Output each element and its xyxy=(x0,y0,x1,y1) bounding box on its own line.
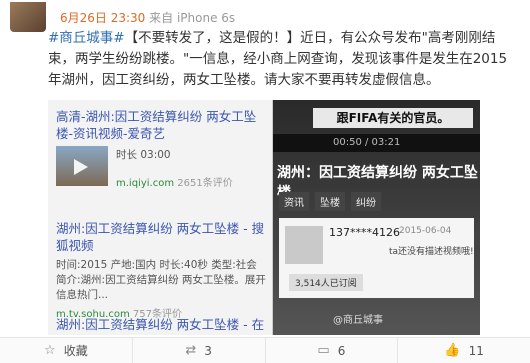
uploader-note: ta还没有描述视频哦! xyxy=(389,247,474,257)
action-bar: ☆ 收藏 ⇄ 3 ▭ 6 👍 11 xyxy=(0,337,530,363)
result-title: 湖州:因工资结算纠纷 两女工坠楼 - 在线观 xyxy=(56,317,265,335)
uploader-id: 137****4126 xyxy=(329,226,400,239)
video-tag: 资讯 xyxy=(279,192,309,211)
post-meta: 6月26日 23:30 来自 iPhone 6s xyxy=(60,9,235,26)
attached-photo[interactable]: 高清-湖州:因工资结算纠纷 两女工坠楼-资讯视频-爱奇艺 时长 03:00 m.… xyxy=(48,100,480,335)
result-duration: 时长 03:00 xyxy=(116,149,171,161)
video-thumbnail xyxy=(56,146,108,186)
comment-count: 6 xyxy=(337,343,346,358)
search-results-phone: 高清-湖州:因工资结算纠纷 两女工坠楼-资讯视频-爱奇艺 时长 03:00 m.… xyxy=(48,100,273,335)
result-card: 湖州:因工资结算纠纷 两女工坠楼 - 搜狐视频 时间:2015 产地:国内 时长… xyxy=(56,220,266,320)
video-screen: 跟FIFA有关的官员。 00:50 / 03:21 湖州：因工资结算纠纷 两女工… xyxy=(273,100,480,335)
topic-tag[interactable]: #商丘城事# xyxy=(48,30,125,46)
upload-date: 2015-06-04 xyxy=(399,226,452,236)
repost-button[interactable]: ⇄ 3 xyxy=(133,338,266,363)
result-title: 湖州:因工资结算纠纷 两女工坠楼 - 搜狐视频 xyxy=(56,221,265,253)
post-date[interactable]: 6月26日 23:30 xyxy=(60,11,145,25)
like-button[interactable]: 👍 11 xyxy=(398,338,530,363)
url-text: m.iqiyi.com xyxy=(116,178,175,189)
post-source: 来自 iPhone 6s xyxy=(149,11,236,25)
video-banner: 跟FIFA有关的官员。 xyxy=(313,108,473,128)
star-icon: ☆ xyxy=(44,343,56,358)
repost-icon: ⇄ xyxy=(185,343,197,358)
video-tag: 纠纷 xyxy=(351,192,381,211)
weibo-post: 6月26日 23:30 来自 iPhone 6s #商丘城事#【不要转发了，这是… xyxy=(0,0,530,363)
subscriber-count: 3,514人已订阅 xyxy=(289,274,363,291)
comment-button[interactable]: ▭ 6 xyxy=(266,338,399,363)
avatar[interactable] xyxy=(10,2,46,32)
post-text: #商丘城事#【不要转发了，这是假的！】近日，有公众号发布"高考刚刚结束，两学生纷… xyxy=(48,28,518,91)
play-icon xyxy=(74,159,88,175)
result-desc: 时间:2015 产地:国内 时长:40秒 类型:社会 简介:湖州:因工资结算纠纷… xyxy=(56,259,266,301)
like-count: 11 xyxy=(468,343,484,358)
video-tag: 坠楼 xyxy=(315,192,345,211)
watermark: @商丘城事 xyxy=(333,315,383,326)
review-count: 2651条评价 xyxy=(177,178,233,189)
repost-count: 3 xyxy=(204,343,212,358)
result-title: 高清-湖州:因工资结算纠纷 两女工坠楼-资讯视频-爱奇艺 xyxy=(56,109,257,141)
result-card: 高清-湖州:因工资结算纠纷 两女工坠楼-资讯视频-爱奇艺 时长 03:00 m.… xyxy=(56,108,266,194)
post-quote: 【不要转发了，这是假的！】 xyxy=(124,30,301,46)
player-time: 00:50 / 03:21 xyxy=(273,134,480,152)
result-url: m.iqiyi.com 2651条评价 xyxy=(116,174,233,189)
result-card: 湖州:因工资结算纠纷 两女工坠楼 - 在线观 xyxy=(56,316,266,335)
save-label: 收藏 xyxy=(63,344,88,358)
uploader-avatar xyxy=(285,226,323,264)
save-button[interactable]: ☆ 收藏 xyxy=(0,338,133,363)
video-tag-buttons: 资讯 坠楼 纠纷 xyxy=(279,192,387,211)
comment-icon: ▭ xyxy=(317,343,330,358)
uploader-box: 137****4126 2015-06-04 ta还没有描述视频哦! 3,514… xyxy=(279,218,474,298)
thumbs-up-icon: 👍 xyxy=(444,343,461,358)
